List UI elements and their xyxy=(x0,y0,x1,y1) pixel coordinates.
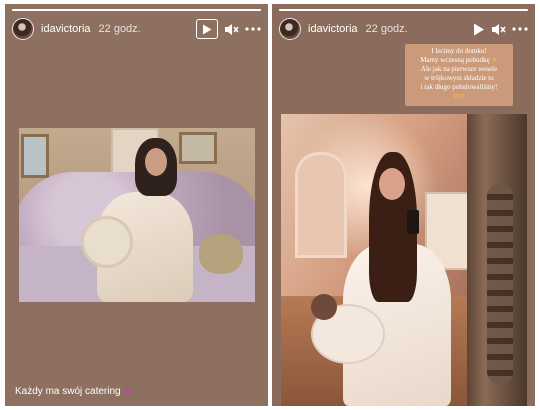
sticker-line: Mamy wczesną pobudkę xyxy=(420,56,490,64)
play-icon[interactable] xyxy=(473,23,485,36)
story-timestamp: 22 godz. xyxy=(98,23,141,35)
username[interactable]: idavictoria xyxy=(308,23,358,35)
play-icon[interactable] xyxy=(196,19,218,39)
sun-emoji-icon: ☀ xyxy=(491,56,498,64)
story-panel-left[interactable]: idavictoria 22 godz. Każdy ma swój cater… xyxy=(5,4,268,406)
story-header: idavictoria 22 godz. xyxy=(279,16,528,42)
speaker-muted-icon[interactable] xyxy=(491,23,506,36)
username[interactable]: idavictoria xyxy=(41,23,91,35)
avatar[interactable] xyxy=(12,18,34,40)
story-controls xyxy=(196,19,261,39)
story-progress-bar xyxy=(12,9,261,11)
story-progress-bar xyxy=(279,9,528,11)
story-panel-right[interactable]: idavictoria 22 godz. I lecimy do domku! … xyxy=(272,4,535,406)
heart-icon: ❤ xyxy=(123,386,132,396)
party-emoji-icon: ✿✿ xyxy=(453,92,465,100)
sticker-line: w trójkowym składzie to xyxy=(424,74,494,82)
story-caption: Każdy ma swój catering ❤ xyxy=(15,386,131,397)
story-progress-fill xyxy=(279,9,528,11)
avatar[interactable] xyxy=(279,18,301,40)
sticker-line: I lecimy do domku! xyxy=(431,47,487,55)
story-photo-mirror-selfie xyxy=(281,114,527,406)
speaker-muted-icon[interactable] xyxy=(224,23,239,36)
sticker-line-with-emoji: Mamy wczesną pobudkę ☀ xyxy=(409,56,509,65)
caption-text: Każdy ma swój catering xyxy=(15,386,121,397)
sticker-line: Ale jak na pierwsze wesele xyxy=(420,65,498,73)
more-icon[interactable] xyxy=(512,27,528,31)
story-header: idavictoria 22 godz. xyxy=(12,16,261,42)
story-controls xyxy=(473,23,528,36)
story-photo-sofa xyxy=(19,128,255,302)
story-timestamp: 22 godz. xyxy=(365,23,408,35)
sticker-line: i tak długo pobalowaliśmy! xyxy=(420,83,498,91)
more-icon[interactable] xyxy=(245,27,261,31)
story-progress-fill xyxy=(12,9,261,11)
text-sticker: I lecimy do domku! Mamy wczesną pobudkę … xyxy=(405,44,513,106)
